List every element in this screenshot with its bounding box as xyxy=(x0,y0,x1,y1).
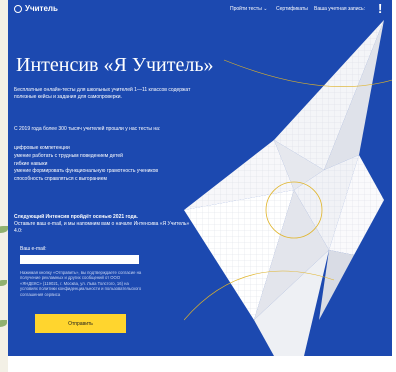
nav-account[interactable]: Ваша учетная запись: xyxy=(314,6,365,12)
submit-button[interactable]: Отправить xyxy=(35,314,126,333)
page-bottom xyxy=(8,356,396,372)
email-label: Ваш e-mail: xyxy=(20,246,47,252)
leaf-icon xyxy=(0,226,8,233)
page: Учитель Пройти тесты ⌄ Сертификаты Ваша … xyxy=(0,0,396,372)
leaf-icon xyxy=(0,320,7,327)
yandex-logo-icon xyxy=(14,4,22,13)
notification-icon[interactable]: ! xyxy=(378,1,382,16)
next-intensive-text: Оставьте ваш e-mail, и мы напомним вам о… xyxy=(14,221,190,234)
list-item: способность справляться с выгоранием xyxy=(14,176,107,183)
leaf-icon xyxy=(0,280,7,286)
top-nav: Учитель Пройти тесты ⌄ Сертификаты Ваша … xyxy=(8,0,392,20)
logo[interactable]: Учитель xyxy=(14,4,58,13)
consent-text: Нажимая кнопку «Отправить», вы подтвержд… xyxy=(20,270,142,297)
hero-section: Учитель Пройти тесты ⌄ Сертификаты Ваша … xyxy=(8,0,392,356)
left-decor xyxy=(0,0,8,372)
next-intensive-block: Следующий Интенсив пройдёт осенью 2021 г… xyxy=(14,214,194,235)
page-title: Интенсив «Я Учитель» xyxy=(16,54,214,76)
intro-text: Бесплатные онлайн-тесты для школьных учи… xyxy=(14,87,191,100)
origami-bird-icon xyxy=(184,20,392,356)
list-item: цифровые компетенции xyxy=(14,145,70,151)
list-item: гибкие навыки xyxy=(14,160,48,167)
list-item: умение формировать функциональную грамот… xyxy=(14,168,159,175)
nav-certificates[interactable]: Сертификаты xyxy=(276,6,308,12)
list-item: умение работать с трудным поведением дет… xyxy=(14,152,123,159)
next-intensive-title: Следующий Интенсив пройдёт осенью 2021 г… xyxy=(14,214,138,220)
since-text: С 2019 года более 300 тысяч учителей про… xyxy=(14,126,161,132)
email-input[interactable] xyxy=(20,255,139,264)
logo-text: Учитель xyxy=(25,4,58,13)
nav-tests-menu[interactable]: Пройти тесты ⌄ xyxy=(230,6,267,12)
skills-list: цифровые компетенции умение работать с т… xyxy=(14,145,158,184)
